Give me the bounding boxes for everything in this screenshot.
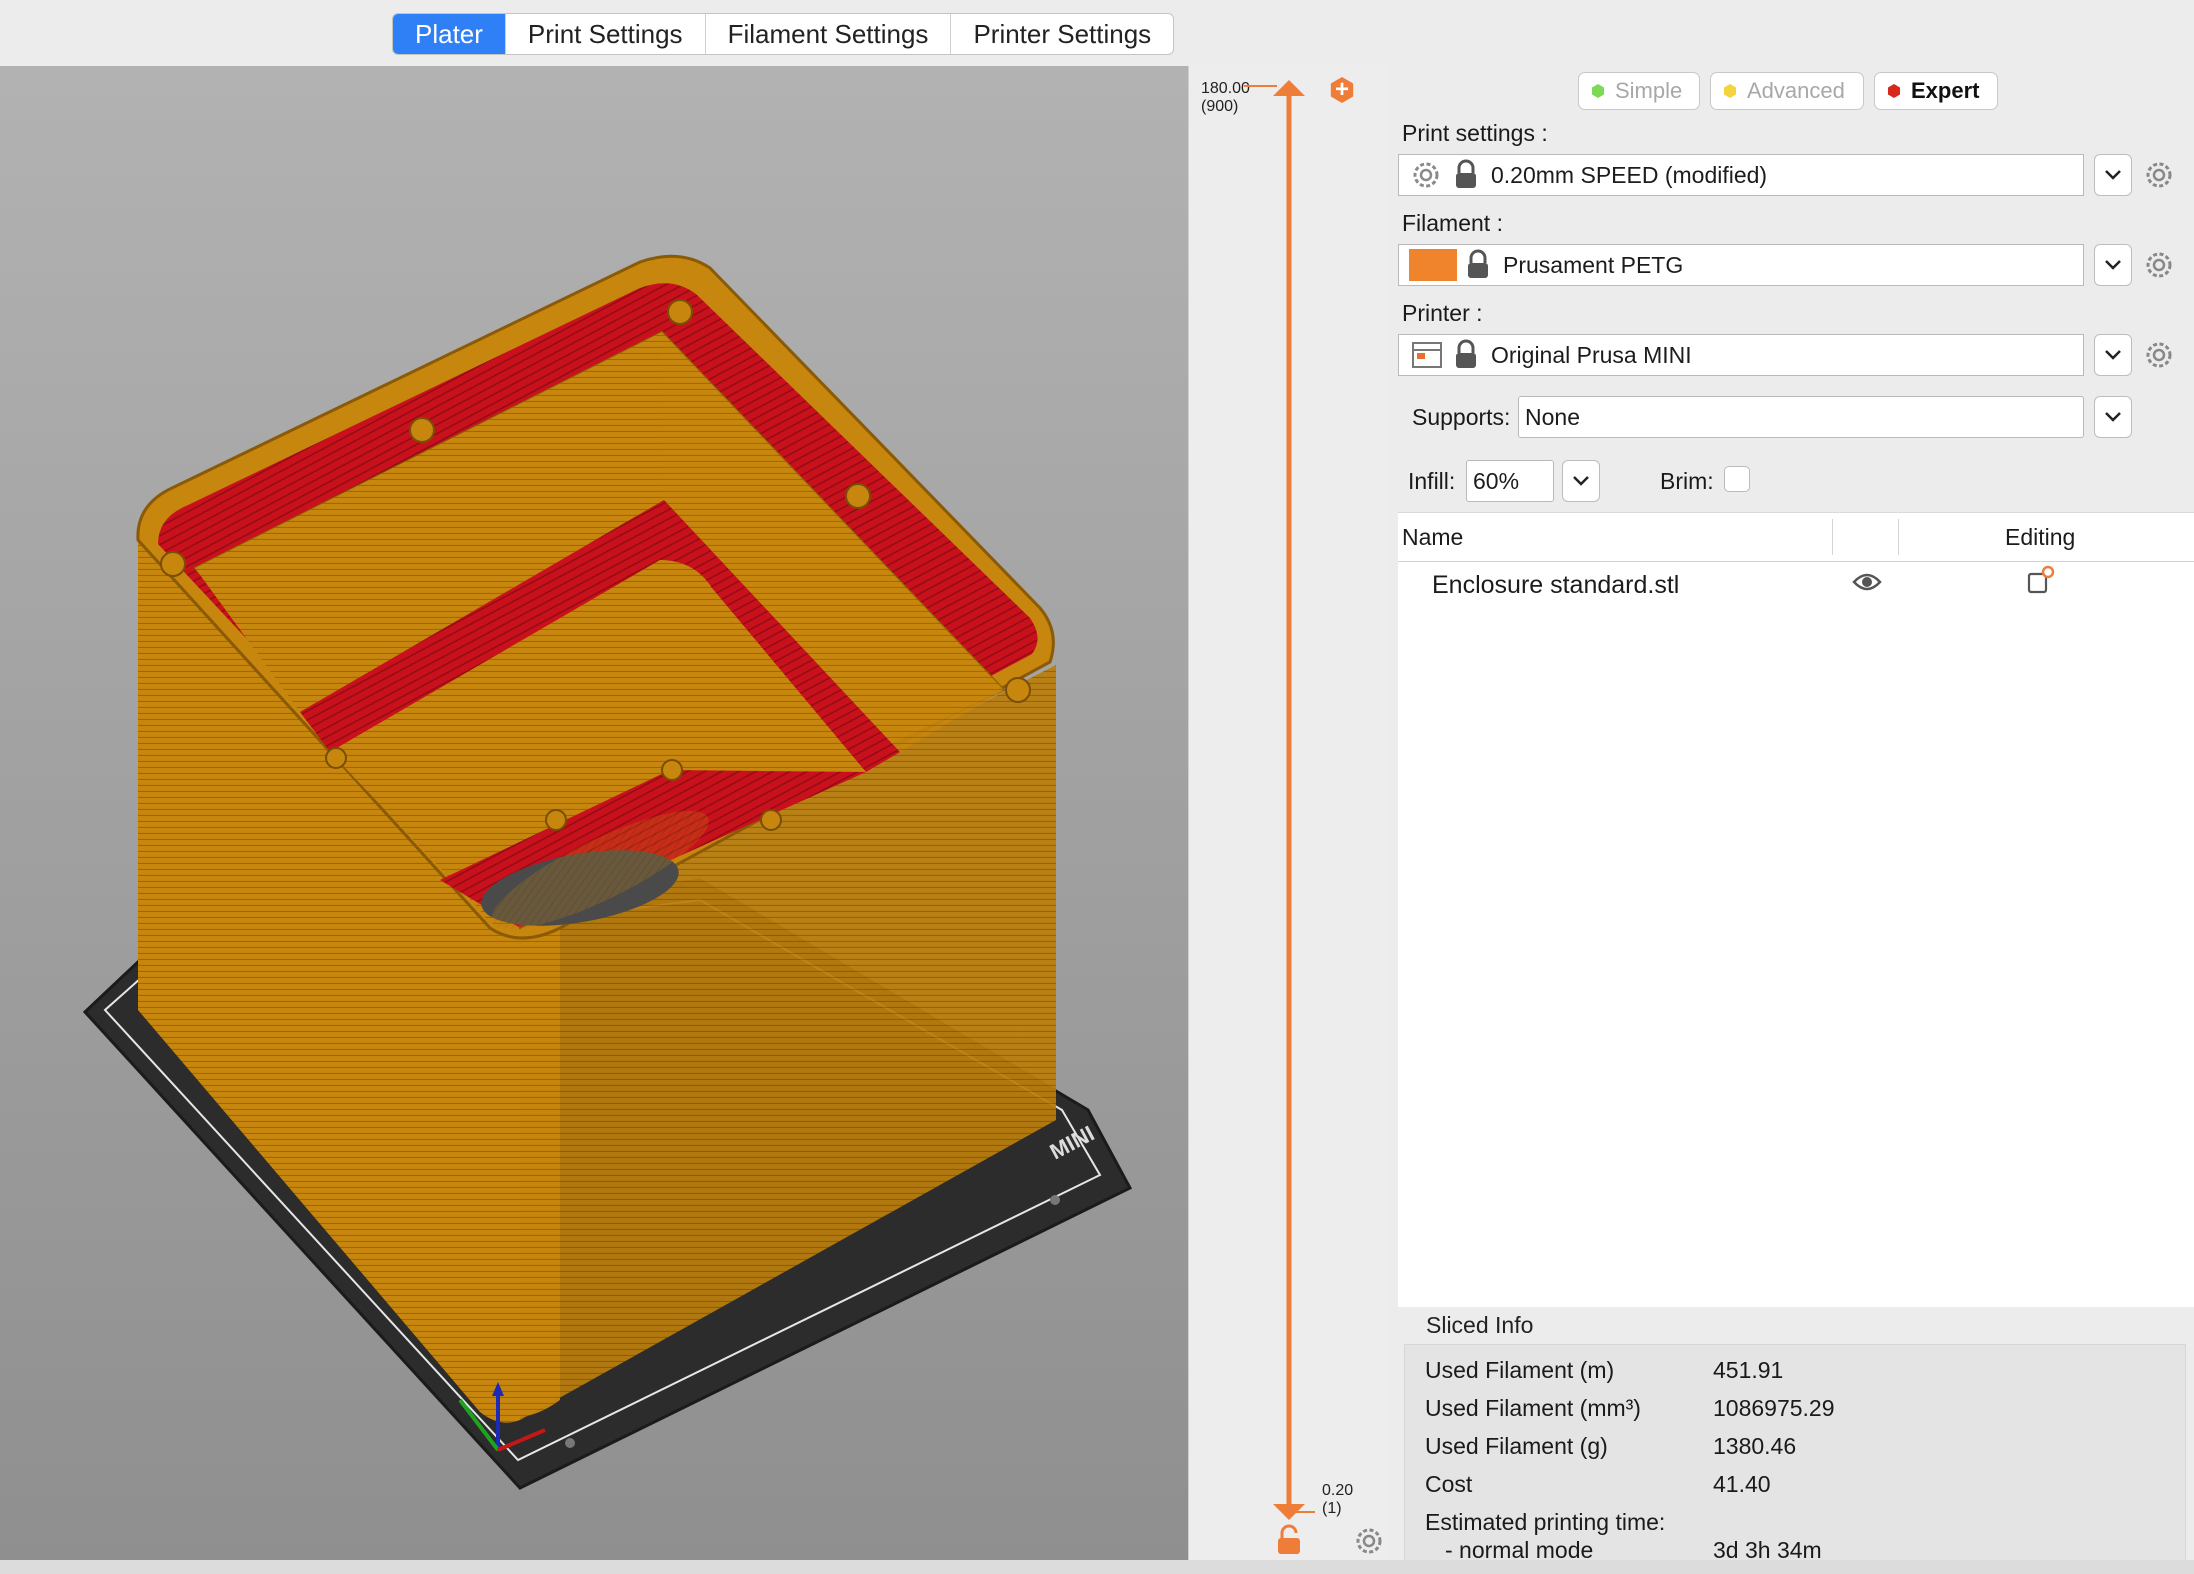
print-settings-label: Print settings : <box>1402 120 1548 146</box>
sliced-row-value: 451.91 <box>1713 1357 1784 1383</box>
sliced-row-value: 41.40 <box>1713 1471 1771 1497</box>
print-profile-icon <box>1413 162 1439 188</box>
filament-combo[interactable]: Prusament PETG <box>1398 244 2084 286</box>
expert-mode-icon <box>1887 84 1901 98</box>
column-editing[interactable]: Editing <box>2005 524 2075 551</box>
simple-mode-icon <box>1591 84 1605 98</box>
tabs: Plater Print Settings Filament Settings … <box>392 13 1175 55</box>
preview-scene: MINI <box>82 254 1133 1490</box>
sliced-row-value: 1380.46 <box>1713 1433 1797 1459</box>
object-list-header: Name Editing <box>1398 513 2194 562</box>
filament-dropdown[interactable] <box>2094 244 2132 286</box>
slider-bottom-label: 0.20 (1) <box>1322 1482 1354 1517</box>
tab-print-settings[interactable]: Print Settings <box>506 14 706 54</box>
lock-icon <box>1456 159 1476 188</box>
sliced-info-panel: Used Filament (m) 451.91 Used Filament (… <box>1404 1344 2186 1563</box>
advanced-mode-icon <box>1723 84 1737 98</box>
layer-slider[interactable] <box>1189 66 1389 1560</box>
filament-gear-icon[interactable] <box>2144 250 2174 280</box>
supports-dropdown[interactable] <box>2094 396 2132 438</box>
sliced-row-label: Used Filament (m) <box>1425 1357 1615 1383</box>
sliced-row-value: 1086975.29 <box>1713 1395 1835 1421</box>
infill-label: Infill: <box>1408 468 1456 494</box>
tab-bar: Plater Print Settings Filament Settings … <box>0 0 2194 67</box>
status-bar <box>0 1560 2194 1574</box>
3d-viewport[interactable]: MINI <box>0 66 1188 1560</box>
lock-icon <box>1456 339 1476 368</box>
layer-slider-panel: 180.00 (900) + 0.20 (1) <box>1188 66 1389 1560</box>
column-divider <box>1898 519 1899 555</box>
list-item[interactable]: Enclosure standard.stl <box>1398 561 2194 609</box>
column-name[interactable]: Name <box>1402 524 1463 551</box>
sliced-row-label: Estimated printing time: <box>1425 1509 1666 1535</box>
infill-combo[interactable]: 60% <box>1466 460 1554 502</box>
infill-dropdown[interactable] <box>1562 460 1600 502</box>
unlock-icon[interactable] <box>1275 1524 1303 1556</box>
object-name: Enclosure standard.stl <box>1432 571 1680 599</box>
chevron-down-icon <box>2105 170 2121 180</box>
filament-color-swatch <box>1409 249 1457 281</box>
chevron-down-icon <box>1573 476 1589 486</box>
eye-icon[interactable] <box>1852 571 1882 593</box>
sidebar: Simple Advanced Expert Print settings : … <box>1388 66 2194 1563</box>
print-settings-dropdown[interactable] <box>2094 154 2132 196</box>
slider-settings-icon[interactable] <box>1354 1526 1384 1556</box>
edit-settings-icon[interactable] <box>2026 565 2056 595</box>
tab-plater[interactable]: Plater <box>393 14 506 54</box>
mode-simple-button[interactable]: Simple <box>1578 72 1700 110</box>
column-divider <box>1832 519 1833 555</box>
chevron-down-icon <box>2105 350 2121 360</box>
slider-top-thumb <box>1273 80 1305 96</box>
sliced-info-title: Sliced Info <box>1426 1312 1534 1338</box>
chevron-down-icon <box>2105 412 2121 422</box>
sliced-row-label: Used Filament (g) <box>1425 1433 1608 1459</box>
chevron-down-icon <box>2105 260 2121 270</box>
tab-filament-settings[interactable]: Filament Settings <box>706 14 952 54</box>
printer-label: Printer : <box>1402 300 1483 326</box>
printer-dropdown[interactable] <box>2094 334 2132 376</box>
filament-label: Filament : <box>1402 210 1503 236</box>
brim-checkbox[interactable] <box>1724 466 1750 492</box>
supports-label: Supports: <box>1412 404 1511 430</box>
supports-combo[interactable]: None <box>1518 396 2084 438</box>
printer-gear-icon[interactable] <box>2144 340 2174 370</box>
tab-printer-settings[interactable]: Printer Settings <box>951 14 1173 54</box>
mode-expert-button[interactable]: Expert <box>1874 72 1998 110</box>
mode-advanced-button[interactable]: Advanced <box>1710 72 1864 110</box>
printer-icon <box>1412 342 1442 368</box>
print-settings-combo[interactable]: 0.20mm SPEED (modified) <box>1398 154 2084 196</box>
lock-icon <box>1468 249 1488 278</box>
printer-combo[interactable]: Original Prusa MINI <box>1398 334 2084 376</box>
object-list: Name Editing Enclosure standard.stl <box>1398 512 2194 1307</box>
print-settings-gear-icon[interactable] <box>2144 160 2174 190</box>
sliced-row-label: Used Filament (mm³) <box>1425 1395 1641 1421</box>
sliced-row-label: Cost <box>1425 1471 1473 1497</box>
brim-label: Brim: <box>1660 468 1714 494</box>
